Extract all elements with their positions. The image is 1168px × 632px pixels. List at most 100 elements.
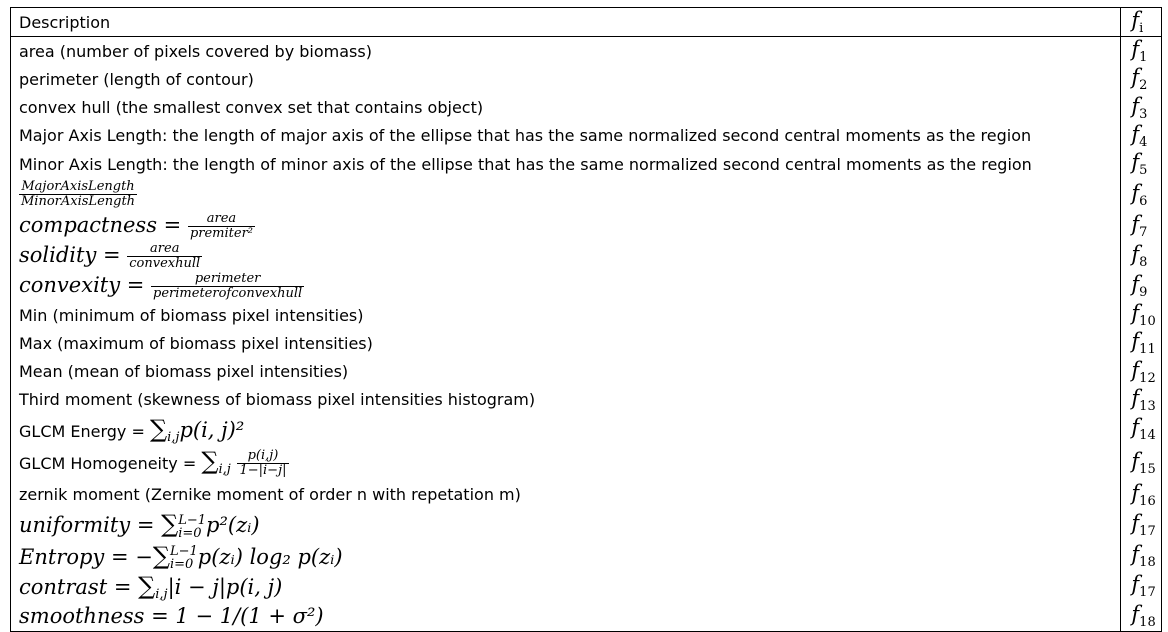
table-row: Third moment (skewness of biomass pixel …	[10, 385, 1162, 414]
feature-symbol: f	[1131, 542, 1140, 567]
feature-symbol: f	[1131, 180, 1140, 205]
formula-expression: p(i, j)²	[179, 417, 245, 442]
feature-index: 17	[1139, 524, 1156, 540]
row-feature-id: f9	[1121, 271, 1162, 301]
fraction-numerator: p(i,j)	[237, 449, 289, 465]
summation: ∑ i,j	[149, 414, 180, 445]
row-description: MajorAxisLength MinorAxisLength	[10, 178, 1122, 212]
table-row: Entropy = −∑ L−1 i=0 p(zᵢ) log₂ p(zᵢ) f18	[10, 541, 1162, 573]
description-text: Max (maximum of biomass pixel intensitie…	[19, 333, 373, 353]
feature-index: 14	[1139, 428, 1156, 444]
row-feature-id: f7	[1121, 211, 1162, 241]
header-description: Description	[10, 7, 1122, 38]
row-description: convexity = perimeter perimeterofconvexhu…	[10, 271, 1122, 302]
feature-index: 17	[1139, 585, 1156, 601]
description-text: zernik moment (Zernike moment of order n…	[19, 485, 521, 505]
feature-index: 7	[1139, 225, 1148, 241]
sum-lower-limit: i=0	[178, 525, 202, 541]
summation: ∑ L−1 i=0	[161, 510, 207, 541]
table-row: convexity = perimeter perimeterofconvexhu…	[10, 271, 1162, 302]
table-row: contrast = ∑ i,j |i − j|p(i, j) f17	[10, 572, 1162, 602]
fraction: perimeter perimeterofconvexhull	[151, 271, 305, 301]
row-description: compactness = area premiter²	[10, 211, 1122, 242]
feature-index: 13	[1139, 398, 1156, 414]
feature-index: 18	[1139, 614, 1156, 630]
table-row: MajorAxisLength MinorAxisLength f6	[10, 178, 1162, 212]
row-feature-id: f11	[1121, 329, 1162, 357]
feature-symbol: f	[1131, 121, 1140, 146]
sum-lower-limit: i,j	[167, 429, 180, 445]
row-description: solidity = area convexhull	[10, 241, 1122, 272]
table-row: Max (maximum of biomass pixel intensitie…	[10, 329, 1162, 358]
row-feature-id: f4	[1121, 122, 1162, 150]
fraction-denominator: convexhull	[129, 255, 201, 271]
feature-symbol: f	[1131, 357, 1140, 382]
formula-lhs: uniformity	[19, 513, 131, 538]
formula-lhs: convexity	[19, 272, 121, 297]
row-feature-id: f5	[1121, 150, 1162, 178]
fraction-numerator: MajorAxisLength	[19, 180, 138, 196]
row-feature-id: f18	[1121, 541, 1162, 572]
row-description: GLCM Energy = ∑ i,j p(i, j)²	[10, 413, 1122, 445]
row-description: Entropy = −∑ L−1 i=0 p(zᵢ) log₂ p(zᵢ)	[10, 541, 1122, 573]
row-feature-id: f18	[1121, 601, 1162, 631]
row-feature-id: f3	[1121, 94, 1162, 122]
feature-index: 18	[1139, 555, 1156, 571]
feature-index: 15	[1139, 461, 1156, 477]
table-row: GLCM Energy = ∑ i,j p(i, j)² f14	[10, 413, 1162, 445]
row-feature-id: f1	[1121, 37, 1162, 65]
row-description: zernik moment (Zernike moment of order n…	[10, 480, 1122, 510]
description-label: GLCM Homogeneity =	[19, 454, 202, 474]
sum-lower-limit: i,j	[218, 462, 231, 478]
feature-symbol: f	[1131, 480, 1140, 505]
feature-symbol: f	[1131, 329, 1140, 354]
row-description: uniformity = ∑ L−1 i=0 p²(zᵢ)	[10, 509, 1122, 542]
feature-index: 11	[1139, 342, 1156, 358]
table-row: Min (minimum of biomass pixel intensitie…	[10, 301, 1162, 330]
formula-lhs: solidity	[19, 242, 97, 267]
summation: ∑ i,j	[138, 572, 168, 602]
fraction-numerator: area	[187, 211, 256, 227]
table-row: Mean (mean of biomass pixel intensities)…	[10, 357, 1162, 386]
formula-expression: p(zᵢ) log₂ p(zᵢ)	[197, 544, 343, 569]
fraction-denominator: premiter²	[189, 225, 254, 241]
row-description: smoothness = 1 − 1/(1 + σ²)	[10, 601, 1122, 632]
table-row: zernik moment (Zernike moment of order n…	[10, 480, 1162, 510]
row-feature-id: f16	[1121, 481, 1162, 509]
feature-index: 5	[1139, 163, 1148, 179]
table-row: GLCM Homogeneity = ∑ i,j p(i,j) 1−|i−j| f15	[10, 444, 1162, 481]
sum-upper-limit: L−1	[178, 512, 207, 528]
table-row: area (number of pixels covered by biomas…	[10, 36, 1162, 66]
feature-symbol: f	[1131, 301, 1140, 326]
fraction-denominator: MinorAxisLength	[21, 194, 136, 210]
row-description: GLCM Homogeneity = ∑ i,j p(i,j) 1−|i−j|	[10, 444, 1122, 481]
fraction: area convexhull	[127, 241, 203, 271]
summation: ∑ i,j	[201, 447, 231, 478]
feature-symbol: f	[1131, 448, 1140, 473]
row-description: Major Axis Length: the length of major a…	[10, 121, 1122, 150]
formula-expression: 1 − 1/(1 + σ²)	[175, 603, 324, 628]
description-text: convex hull (the smallest convex set tha…	[19, 98, 484, 118]
table-row: smoothness = 1 − 1/(1 + σ²) f18	[10, 601, 1162, 632]
feature-index: 9	[1139, 285, 1148, 301]
feature-index: 6	[1139, 193, 1148, 209]
table-row: Major Axis Length: the length of major a…	[10, 121, 1162, 150]
formula-lhs: contrast	[19, 575, 108, 600]
row-description: contrast = ∑ i,j |i − j|p(i, j)	[10, 572, 1122, 602]
description-text: perimeter (length of contour)	[19, 69, 254, 89]
fraction-denominator: perimeterofconvexhull	[153, 285, 303, 301]
feature-symbol: f	[1131, 415, 1140, 440]
feature-symbol: f	[1131, 37, 1140, 62]
feature-symbol: f	[1131, 272, 1140, 297]
feature-index: 12	[1139, 370, 1156, 386]
formula-lhs: compactness	[19, 212, 157, 237]
row-feature-id: f10	[1121, 301, 1162, 329]
description-text: Mean (mean of biomass pixel intensities)	[19, 362, 349, 382]
row-feature-id: f8	[1121, 241, 1162, 271]
feature-symbol: f	[1131, 242, 1140, 267]
header-fi: fi	[1120, 7, 1162, 38]
summation: ∑ L−1 i=0	[152, 541, 198, 573]
formula-lhs: smoothness	[19, 603, 145, 628]
fraction-numerator: area	[127, 241, 203, 257]
description-text: Major Axis Length: the length of major a…	[19, 126, 1032, 146]
